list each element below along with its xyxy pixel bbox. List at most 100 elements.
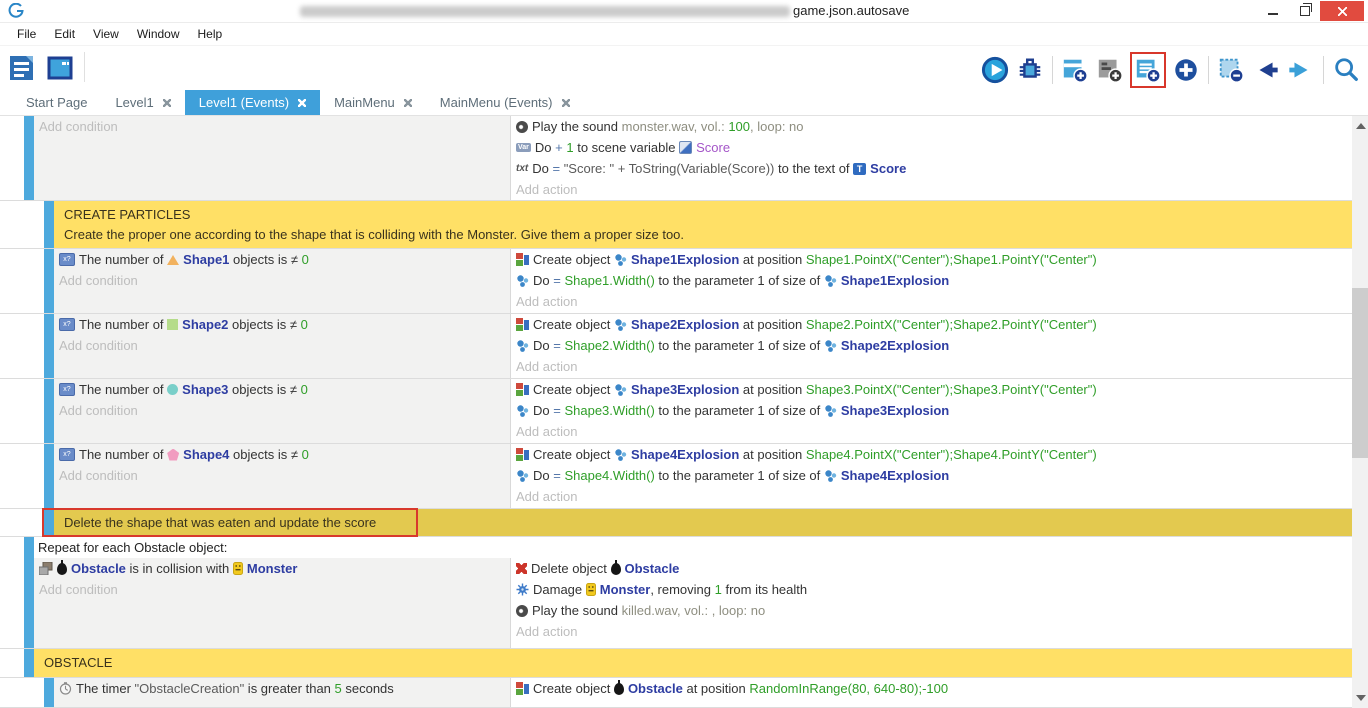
event-row[interactable]: x?The number of Shape2 objects is ≠ 0 Add… xyxy=(0,314,1352,379)
event-drag-bar[interactable] xyxy=(44,678,54,707)
event-drag-bar[interactable] xyxy=(44,444,54,508)
add-link[interactable]: Add action xyxy=(516,489,577,504)
add-link[interactable]: Add action xyxy=(516,182,577,197)
actions-cell[interactable]: Create object Shape2Explosion at positio… xyxy=(511,314,1352,378)
event-row[interactable]: Add condition Play the sound monster.wav,… xyxy=(0,116,1352,201)
actions-cell[interactable]: Delete object ObstacleDamage Monster, re… xyxy=(511,558,1352,648)
tab-mainmenu-events-[interactable]: MainMenu (Events) xyxy=(426,90,584,115)
actions-cell[interactable]: Create object Shape1Explosion at positio… xyxy=(511,249,1352,313)
event-drag-bar[interactable] xyxy=(44,509,54,536)
menu-view[interactable]: View xyxy=(84,23,128,45)
debug-button[interactable] xyxy=(1014,54,1046,86)
toolbar-left-group xyxy=(6,52,85,84)
conditions-cell[interactable]: x?The number of Shape2 objects is ≠ 0 Add… xyxy=(54,314,511,378)
event-drag-bar[interactable] xyxy=(24,537,34,648)
menu-window[interactable]: Window xyxy=(128,23,189,45)
add-link[interactable]: Add action xyxy=(516,294,577,309)
scroll-up-icon[interactable] xyxy=(1356,123,1366,129)
textobj-icon: T xyxy=(853,163,866,175)
undo-button[interactable] xyxy=(1250,54,1282,86)
event-row[interactable]: The timer "ObstacleCreation" is greater … xyxy=(0,678,1352,708)
conditions-cell[interactable]: x?The number of Shape3 objects is ≠ 0Add… xyxy=(54,379,511,443)
tab-close-icon[interactable] xyxy=(562,99,570,107)
redo-button[interactable] xyxy=(1285,54,1317,86)
text-segment: The number of xyxy=(79,382,167,397)
text-segment: Shape1Explosion xyxy=(841,273,949,288)
event-line: Create object Shape1Explosion at positio… xyxy=(511,249,1352,270)
event-drag-bar[interactable] xyxy=(44,379,54,443)
add-comment-button[interactable] xyxy=(1094,54,1126,86)
add-link[interactable]: Add condition xyxy=(39,582,118,597)
sound-icon xyxy=(516,605,528,617)
actions-cell[interactable]: Play the sound monster.wav, vol.: 100, l… xyxy=(511,116,1352,200)
scrollbar-thumb[interactable] xyxy=(1352,288,1368,458)
text-segment: 0 xyxy=(302,252,309,267)
tab-mainmenu[interactable]: MainMenu xyxy=(320,90,426,115)
remove-event-button[interactable] xyxy=(1215,54,1247,86)
event-row[interactable]: Repeat for each Obstacle object:Obstacle… xyxy=(0,537,1352,649)
comment-row[interactable]: Delete the shape that was eaten and upda… xyxy=(0,509,1352,537)
comment-row[interactable]: OBSTACLE xyxy=(0,649,1352,678)
foreach-header: Repeat for each Obstacle object: xyxy=(34,537,1352,558)
event-line: Delete object Obstacle xyxy=(511,558,1352,579)
add-subevent-button[interactable] xyxy=(1130,52,1166,88)
count-icon: x? xyxy=(59,383,75,396)
add-event-button[interactable] xyxy=(1059,54,1091,86)
actions-cell[interactable]: Create object Obstacle at position Rando… xyxy=(511,678,1352,707)
tab-level1-events-[interactable]: Level1 (Events) xyxy=(185,90,320,115)
text-segment: Shape1 xyxy=(183,252,229,267)
add-link[interactable]: Add condition xyxy=(59,468,138,483)
event-row[interactable]: x?The number of Shape1 objects is ≠ 0Add… xyxy=(0,249,1352,314)
tab-bar: Start PageLevel1Level1 (Events)MainMenuM… xyxy=(0,90,1368,115)
play-button[interactable] xyxy=(979,54,1011,86)
monster-icon xyxy=(233,562,243,575)
tab-level1[interactable]: Level1 xyxy=(101,90,184,115)
menu-file[interactable]: File xyxy=(8,23,45,45)
tab-close-icon[interactable] xyxy=(163,99,171,107)
tab-close-icon[interactable] xyxy=(298,99,306,107)
event-drag-bar[interactable] xyxy=(44,314,54,378)
add-link[interactable]: Add condition xyxy=(39,119,118,134)
event-drag-bar[interactable] xyxy=(44,249,54,313)
conditions-cell[interactable]: x?The number of Shape1 objects is ≠ 0Add… xyxy=(54,249,511,313)
separator xyxy=(84,52,85,82)
event-line: x?The number of Shape2 objects is ≠ 0 xyxy=(54,314,510,335)
event-drag-bar[interactable] xyxy=(24,649,34,677)
scroll-down-icon[interactable] xyxy=(1356,695,1366,701)
add-link[interactable]: Add condition xyxy=(59,273,138,288)
comment-row[interactable]: CREATE PARTICLESCreate the proper one ac… xyxy=(0,201,1352,249)
add-link[interactable]: Add action xyxy=(516,359,577,374)
actions-cell[interactable]: Create object Shape4Explosion at positio… xyxy=(511,444,1352,508)
tab-close-icon[interactable] xyxy=(404,99,412,107)
conditions-cell[interactable]: The timer "ObstacleCreation" is greater … xyxy=(54,678,511,707)
actions-cell[interactable]: Create object Shape3Explosion at positio… xyxy=(511,379,1352,443)
add-link[interactable]: Add condition xyxy=(59,338,138,353)
start-page-button[interactable] xyxy=(44,52,76,84)
event-drag-bar[interactable] xyxy=(24,116,34,200)
minimize-button[interactable] xyxy=(1258,0,1288,21)
add-link[interactable]: Add action xyxy=(516,424,577,439)
event-rows: Add condition Play the sound monster.wav,… xyxy=(0,116,1352,708)
redacted-title-text xyxy=(300,6,790,17)
project-manager-button[interactable] xyxy=(6,52,38,84)
add-link[interactable]: Add condition xyxy=(59,403,138,418)
event-drag-bar[interactable] xyxy=(44,201,54,248)
event-row[interactable]: x?The number of Shape3 objects is ≠ 0Add… xyxy=(0,379,1352,444)
conditions-cell[interactable]: Add condition xyxy=(34,116,511,200)
comment-body[interactable]: OBSTACLE xyxy=(34,649,1352,677)
menu-help[interactable]: Help xyxy=(189,23,232,45)
restore-button[interactable] xyxy=(1290,0,1320,21)
tab-start-page[interactable]: Start Page xyxy=(12,90,101,115)
conditions-cell[interactable]: x?The number of Shape4 objects is ≠ 0Add… xyxy=(54,444,511,508)
text-segment: to scene variable xyxy=(574,140,680,155)
menu-edit[interactable]: Edit xyxy=(45,23,84,45)
search-button[interactable] xyxy=(1330,54,1362,86)
close-button[interactable] xyxy=(1320,1,1364,21)
conditions-cell[interactable]: Obstacle is in collision with MonsterAdd… xyxy=(34,558,511,648)
add-link[interactable]: Add action xyxy=(516,624,577,639)
comment-body[interactable]: Delete the shape that was eaten and upda… xyxy=(54,509,1352,536)
comment-body[interactable]: CREATE PARTICLESCreate the proper one ac… xyxy=(54,201,1352,248)
add-circle-button[interactable] xyxy=(1170,54,1202,86)
event-row[interactable]: x?The number of Shape4 objects is ≠ 0Add… xyxy=(0,444,1352,509)
vertical-scrollbar[interactable] xyxy=(1352,116,1368,708)
